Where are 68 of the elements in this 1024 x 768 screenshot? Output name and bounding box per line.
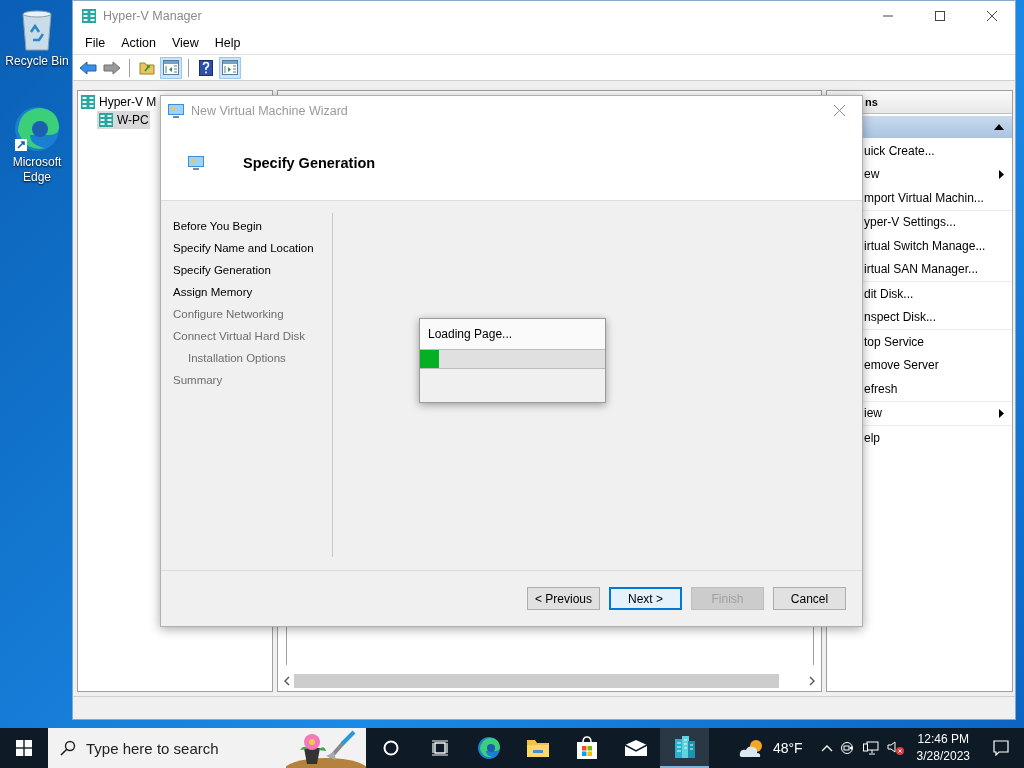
scroll-right-icon[interactable] [807, 676, 817, 686]
server-icon [80, 94, 96, 110]
clock-time[interactable]: 12:46 PM [917, 731, 969, 748]
actions-pane-entry[interactable]: dit Disk... [864, 286, 1004, 301]
actions-pane-entry[interactable]: top Service [864, 334, 1004, 349]
wizard-step[interactable]: Assign Memory [173, 281, 253, 303]
circle-icon[interactable] [382, 740, 399, 756]
chevron-up-icon[interactable] [820, 744, 833, 752]
search-icon [60, 740, 76, 756]
camera-icon[interactable] [840, 740, 855, 756]
wizard-step[interactable]: Before You Begin [173, 215, 262, 237]
wizard-step[interactable]: Configure Networking [173, 303, 284, 325]
wizard-step[interactable]: Installation Options [188, 347, 286, 369]
task-view-icon[interactable] [430, 740, 449, 756]
close-icon[interactable] [987, 11, 997, 21]
actions-pane-entry[interactable]: efresh [864, 381, 1004, 396]
menu-item[interactable]: Help [206, 35, 249, 50]
tree-item[interactable]: Hyper-V M [79, 93, 158, 111]
dialog-title: New Virtual Machine Wizard [191, 103, 349, 118]
loading-message: Loading Page... [428, 327, 513, 341]
desktop-icon-label[interactable]: Microsoft Edge [2, 155, 72, 185]
taskbar-button[interactable] [660, 728, 709, 768]
desktop-icon-label[interactable]: Recycle Bin [5, 54, 69, 69]
scroll-left-icon[interactable] [282, 676, 292, 686]
wizard-button[interactable]: Next > [609, 587, 682, 610]
search-field[interactable]: Type here to search [86, 739, 266, 757]
menu-item[interactable]: Action [113, 35, 164, 50]
menu-item[interactable]: View [163, 35, 207, 50]
server-icon [98, 112, 114, 128]
app-icon [81, 8, 97, 24]
network-icon[interactable] [862, 741, 879, 755]
actions-pane-entry[interactable]: mport Virtual Machin... [864, 190, 1004, 205]
actions-pane-entry[interactable]: uick Create... [864, 143, 1004, 158]
actions-pane-entry[interactable]: irtual Switch Manage... [864, 238, 1004, 253]
browser-icon[interactable] [476, 736, 501, 760]
actions-pane-entry[interactable]: emove Server [864, 358, 1004, 373]
notification-icon[interactable] [993, 740, 1009, 756]
horizontal-scrollbar[interactable] [282, 673, 817, 689]
wizard-button[interactable]: < Previous [527, 587, 600, 610]
wizard-step[interactable]: Connect Virtual Hard Disk [173, 325, 306, 347]
actions-pane-entry[interactable]: ew [864, 167, 999, 182]
maximize-icon[interactable] [935, 11, 945, 21]
actions-pane-entry[interactable]: iew [864, 406, 999, 421]
folder-icon[interactable] [525, 738, 550, 758]
window-title: Hyper-V Manager [103, 9, 203, 23]
page-heading: Specify Generation [243, 154, 376, 171]
envelope-icon[interactable] [623, 739, 648, 757]
actions-pane-entry[interactable]: irtual SAN Manager... [864, 262, 1004, 277]
weather-icon [738, 738, 765, 758]
menu-item[interactable]: File [77, 35, 114, 50]
weather-temperature[interactable]: 48°F [772, 740, 803, 756]
server-icon[interactable] [673, 735, 696, 759]
wizard-step[interactable]: Specify Generation [173, 259, 271, 281]
browser-icon[interactable] [13, 105, 61, 153]
collapse-icon[interactable] [994, 124, 1004, 130]
wizard-step[interactable]: Specify Name and Location [173, 237, 314, 259]
start-icon[interactable] [16, 740, 32, 756]
tree-item[interactable]: W-PC [97, 111, 150, 129]
actions-pane-entry[interactable]: elp [864, 430, 1004, 445]
muted-speaker-icon[interactable] [886, 740, 905, 756]
monitor-icon [167, 102, 185, 119]
wizard-button[interactable]: Cancel [773, 587, 846, 610]
actions-pane-entry[interactable]: yper-V Settings... [864, 215, 1004, 230]
wizard-step[interactable]: Summary [173, 369, 223, 391]
clock-date[interactable]: 3/28/2023 [916, 748, 970, 765]
shopping-bag-icon[interactable] [575, 736, 598, 760]
monitor-icon [187, 154, 205, 171]
actions-pane-entry[interactable]: nspect Disk... [864, 310, 1004, 325]
